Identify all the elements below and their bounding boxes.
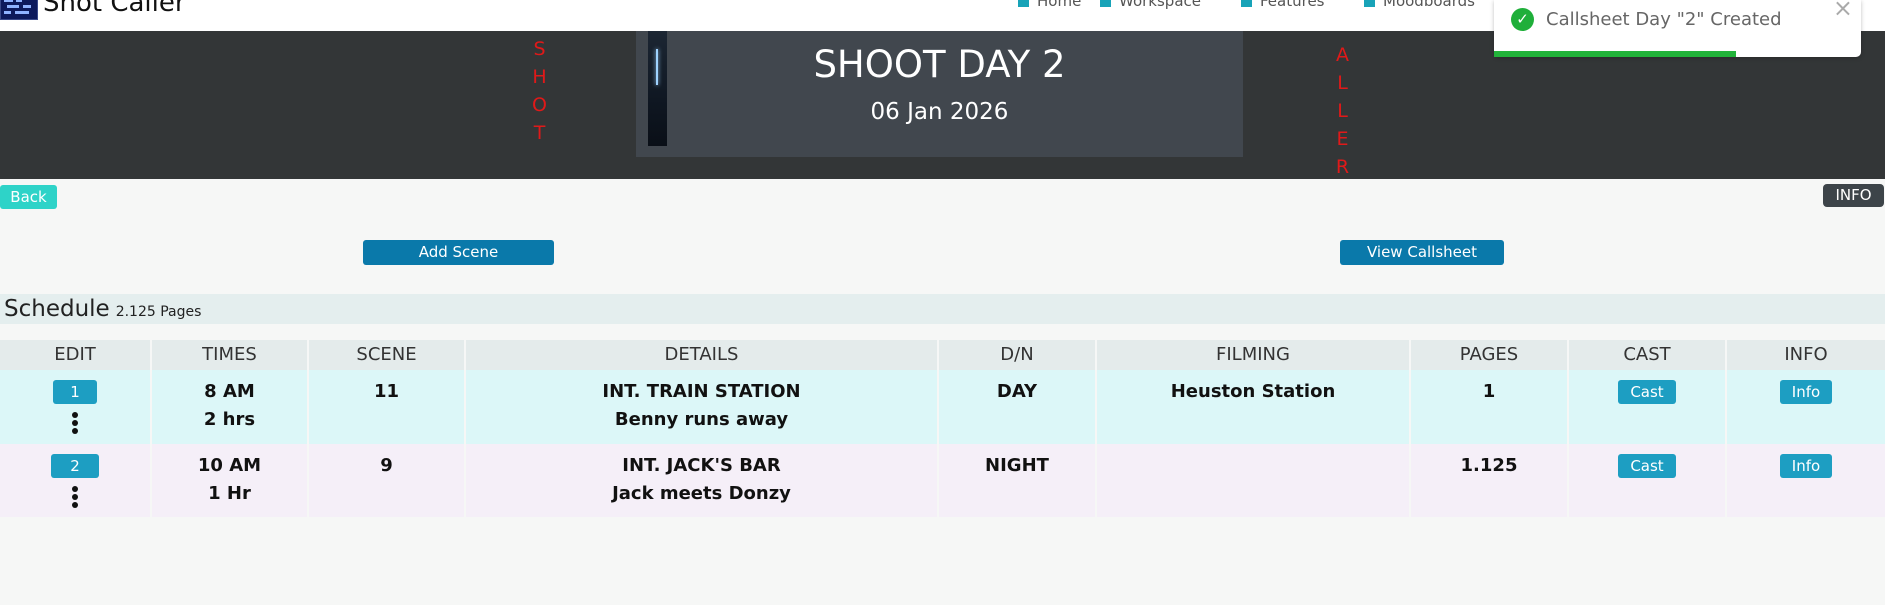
info-cell: Info — [1727, 370, 1885, 444]
schedule-title: Schedule 2.125 Pages — [4, 296, 201, 322]
time-start: 8 AM — [204, 381, 255, 402]
scene-description: Benny runs away — [614, 409, 789, 430]
nav-features[interactable]: Features — [1241, 0, 1325, 10]
dn-cell: NIGHT — [939, 444, 1097, 517]
details-cell: INT. TRAIN STATION Benny runs away — [466, 370, 939, 444]
banner-left-letter: H — [532, 66, 548, 88]
close-icon[interactable]: × — [1833, 0, 1853, 22]
banner-left-letter: T — [533, 122, 547, 144]
home-icon — [1018, 0, 1029, 7]
table-header-row: EDIT TIMES SCENE DETAILS D/N FILMING PAG… — [0, 340, 1885, 370]
table-row: 2 10 AM 1 Hr 9 INT. JACK'S BAR Jack meet… — [0, 444, 1885, 517]
header-filming: FILMING — [1097, 340, 1411, 370]
pages-cell: 1 — [1411, 370, 1569, 444]
details-cell: INT. JACK'S BAR Jack meets Donzy — [466, 444, 939, 517]
toast-progress-bar — [1494, 51, 1737, 57]
shoot-day-date: 06 Jan 2026 — [870, 99, 1009, 125]
header-details: DETAILS — [466, 340, 939, 370]
banner-left-letter: S — [533, 38, 547, 60]
day-title-card: SHOOT DAY 2 06 Jan 2026 — [636, 31, 1243, 157]
banner-right-letter: L — [1337, 72, 1349, 94]
scene-cell: 11 — [309, 370, 466, 444]
features-icon — [1241, 0, 1252, 7]
nav-home-label: Home — [1037, 0, 1082, 10]
filming-cell: Heuston Station — [1097, 370, 1411, 444]
workspace-icon — [1100, 0, 1111, 7]
view-callsheet-button[interactable]: View Callsheet — [1340, 240, 1504, 265]
cast-cell: Cast — [1569, 370, 1727, 444]
nav-home[interactable]: Home — [1018, 0, 1081, 10]
header-pages: PAGES — [1411, 340, 1569, 370]
scene-order-button[interactable]: 1 — [53, 380, 97, 404]
header-cast: CAST — [1569, 340, 1727, 370]
edit-cell: 1 — [0, 370, 152, 444]
header-edit: EDIT — [0, 340, 152, 370]
nav-features-label: Features — [1260, 0, 1325, 10]
app-name[interactable]: Shot Caller — [43, 0, 186, 18]
more-vertical-icon[interactable] — [72, 412, 78, 434]
toast-message: Callsheet Day "2" Created — [1546, 9, 1782, 30]
cast-button[interactable]: Cast — [1618, 380, 1676, 404]
banner-right-letter: A — [1336, 44, 1350, 66]
cast-cell: Cast — [1569, 444, 1727, 517]
moodboards-icon — [1364, 0, 1375, 7]
edit-cell: 2 — [0, 444, 152, 517]
header-dn: D/N — [939, 340, 1097, 370]
times-cell: 8 AM 2 hrs — [152, 370, 309, 444]
nav-workspace[interactable]: Workspace — [1100, 0, 1201, 10]
banner-right-letter: E — [1336, 128, 1350, 150]
banner-right-letter: R — [1335, 156, 1351, 178]
pages-cell: 1.125 — [1411, 444, 1569, 517]
app-logo[interactable] — [0, 0, 38, 20]
schedule-table: EDIT TIMES SCENE DETAILS D/N FILMING PAG… — [0, 340, 1885, 517]
add-scene-button[interactable]: Add Scene — [363, 240, 554, 265]
header-info: INFO — [1784, 344, 1828, 365]
schedule-page-count: 2.125 Pages — [115, 304, 202, 320]
dn-cell: DAY — [939, 370, 1097, 444]
banner-left-letter: O — [532, 94, 548, 116]
filming-cell — [1097, 444, 1411, 517]
row-info-button[interactable]: Info — [1779, 380, 1833, 404]
success-toast: ✓ Callsheet Day "2" Created × — [1494, 0, 1861, 57]
nav-workspace-label: Workspace — [1119, 0, 1201, 10]
more-vertical-icon[interactable] — [72, 486, 78, 508]
schedule-header: Schedule 2.125 Pages — [0, 294, 1885, 324]
time-duration: 2 hrs — [203, 409, 256, 430]
scene-location: INT. TRAIN STATION — [602, 381, 801, 402]
nav-moodboards-label: Moodboards — [1383, 0, 1475, 10]
scene-description: Jack meets Donzy — [612, 483, 791, 504]
scene-location: INT. JACK'S BAR — [622, 455, 781, 476]
info-button[interactable]: INFO — [1823, 184, 1884, 207]
header-times: TIMES — [152, 340, 309, 370]
schedule-title-text: Schedule — [4, 296, 110, 322]
shoot-day-title: SHOOT DAY 2 — [813, 43, 1066, 86]
scene-order-button[interactable]: 2 — [51, 454, 99, 478]
check-circle-icon: ✓ — [1511, 8, 1534, 31]
banner-right-vertical-text: ALLER — [1332, 41, 1354, 181]
time-start: 10 AM — [197, 455, 262, 476]
times-cell: 10 AM 1 Hr — [152, 444, 309, 517]
info-cell: Info — [1727, 444, 1885, 517]
time-duration: 1 Hr — [208, 483, 251, 504]
table-row: 1 8 AM 2 hrs 11 INT. TRAIN STATION Benny… — [0, 370, 1885, 444]
back-button[interactable]: Back — [0, 185, 57, 209]
scene-cell: 9 — [309, 444, 466, 517]
nav-moodboards[interactable]: Moodboards — [1364, 0, 1475, 10]
banner-left-vertical-text: SHOT — [529, 35, 551, 147]
row-info-button[interactable]: Info — [1779, 454, 1833, 478]
banner-right-letter: L — [1337, 100, 1349, 122]
header-scene: SCENE — [309, 340, 466, 370]
cast-button[interactable]: Cast — [1618, 454, 1676, 478]
